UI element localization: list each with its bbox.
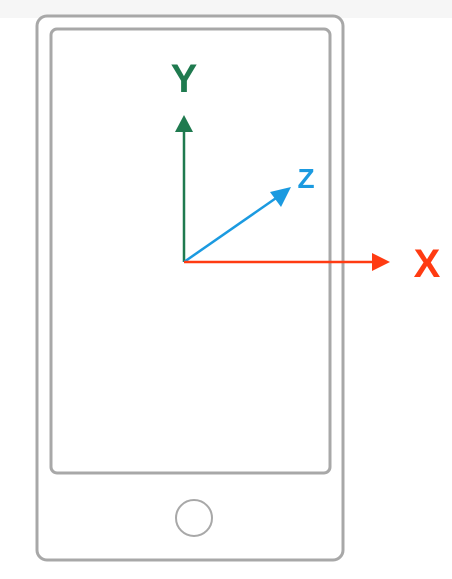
z-axis-label: Z [297, 163, 314, 194]
home-button[interactable] [175, 499, 213, 537]
x-axis-label: X [414, 242, 441, 286]
y-axis-label: Y [171, 57, 198, 101]
phone-coordinate-axes-diagram: Y Z X [35, 14, 441, 562]
x-axis-arrowhead [372, 253, 390, 271]
